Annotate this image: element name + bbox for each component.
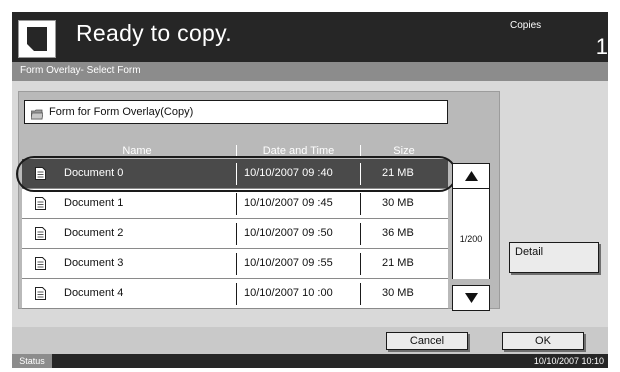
screen-title-bar: Form Overlay- Select Form (12, 62, 608, 81)
document-date: 10/10/2007 09 :55 (244, 257, 333, 269)
document-name: Document 4 (64, 287, 124, 299)
cell-divider (236, 193, 237, 215)
status-datetime: 10/10/2007 10:10 (533, 356, 604, 366)
status-bar: Status 10/10/2007 10:10 (12, 354, 608, 368)
scroll-up-button[interactable] (452, 163, 490, 189)
file-icon (35, 257, 46, 275)
file-icon (35, 287, 46, 305)
file-icon (35, 197, 46, 215)
cell-divider (360, 223, 361, 245)
document-date: 10/10/2007 09 :50 (244, 227, 333, 239)
cell-divider (360, 163, 361, 185)
column-header-name[interactable]: Name (72, 145, 202, 159)
triangle-down-icon (465, 293, 478, 303)
footer-bar: Cancel OK (12, 327, 608, 354)
screen-title: Form Overlay- Select Form (20, 65, 141, 76)
column-header-size[interactable]: Size (361, 145, 447, 159)
document-date: 10/10/2007 09 :45 (244, 197, 333, 209)
document-date: 10/10/2007 10 :00 (244, 287, 333, 299)
cell-divider (236, 253, 237, 275)
copies-label: Copies (510, 20, 542, 31)
folder-label: Form for Form Overlay(Copy) (49, 106, 194, 118)
table-row[interactable]: Document 0 10/10/2007 09 :40 21 MB (22, 159, 448, 189)
table-row[interactable]: Document 4 10/10/2007 10 :00 30 MB (22, 279, 448, 309)
ok-button[interactable]: OK (502, 332, 584, 350)
cell-divider (236, 283, 237, 305)
page-indicator: 1/200 (459, 234, 483, 244)
copies-count: 1 (595, 34, 608, 59)
status-button[interactable]: Status (12, 354, 52, 368)
document-size: 21 MB (382, 257, 414, 269)
folder-icon (30, 107, 44, 125)
status-message: Ready to copy. (76, 20, 232, 46)
folder-path: Form for Form Overlay(Copy) (24, 100, 448, 124)
file-icon (35, 167, 46, 185)
document-size: 21 MB (382, 167, 414, 179)
cell-divider (236, 223, 237, 245)
content-area: Form for Form Overlay(Copy) Name Date an… (12, 81, 608, 327)
table-row[interactable]: Document 2 10/10/2007 09 :50 36 MB (22, 219, 448, 249)
cell-divider (360, 253, 361, 275)
cancel-button[interactable]: Cancel (386, 332, 468, 350)
header-bar: Ready to copy. Copies 1 (12, 12, 608, 62)
copier-screen: Ready to copy. Copies 1 Form Overlay- Se… (12, 12, 608, 368)
detail-button[interactable]: Detail (509, 242, 599, 273)
scroll-down-button[interactable] (452, 285, 490, 311)
document-name: Document 3 (64, 257, 124, 269)
document-icon (18, 20, 56, 58)
document-date: 10/10/2007 09 :40 (244, 167, 333, 179)
document-name: Document 1 (64, 197, 124, 209)
triangle-up-icon (465, 171, 478, 181)
document-name: Document 0 (64, 167, 124, 179)
cell-divider (236, 163, 237, 185)
document-name: Document 2 (64, 227, 124, 239)
table-row[interactable]: Document 1 10/10/2007 09 :45 30 MB (22, 189, 448, 219)
file-icon (35, 227, 46, 245)
cell-divider (360, 283, 361, 305)
document-size: 30 MB (382, 287, 414, 299)
detail-button-label: Detail (515, 246, 544, 258)
cell-divider (360, 193, 361, 215)
document-size: 30 MB (382, 197, 414, 209)
document-size: 36 MB (382, 227, 414, 239)
table-row[interactable]: Document 3 10/10/2007 09 :55 21 MB (22, 249, 448, 279)
document-rows: Document 0 10/10/2007 09 :40 21 MB Docum… (22, 159, 450, 309)
column-header-date[interactable]: Date and Time (237, 145, 360, 159)
